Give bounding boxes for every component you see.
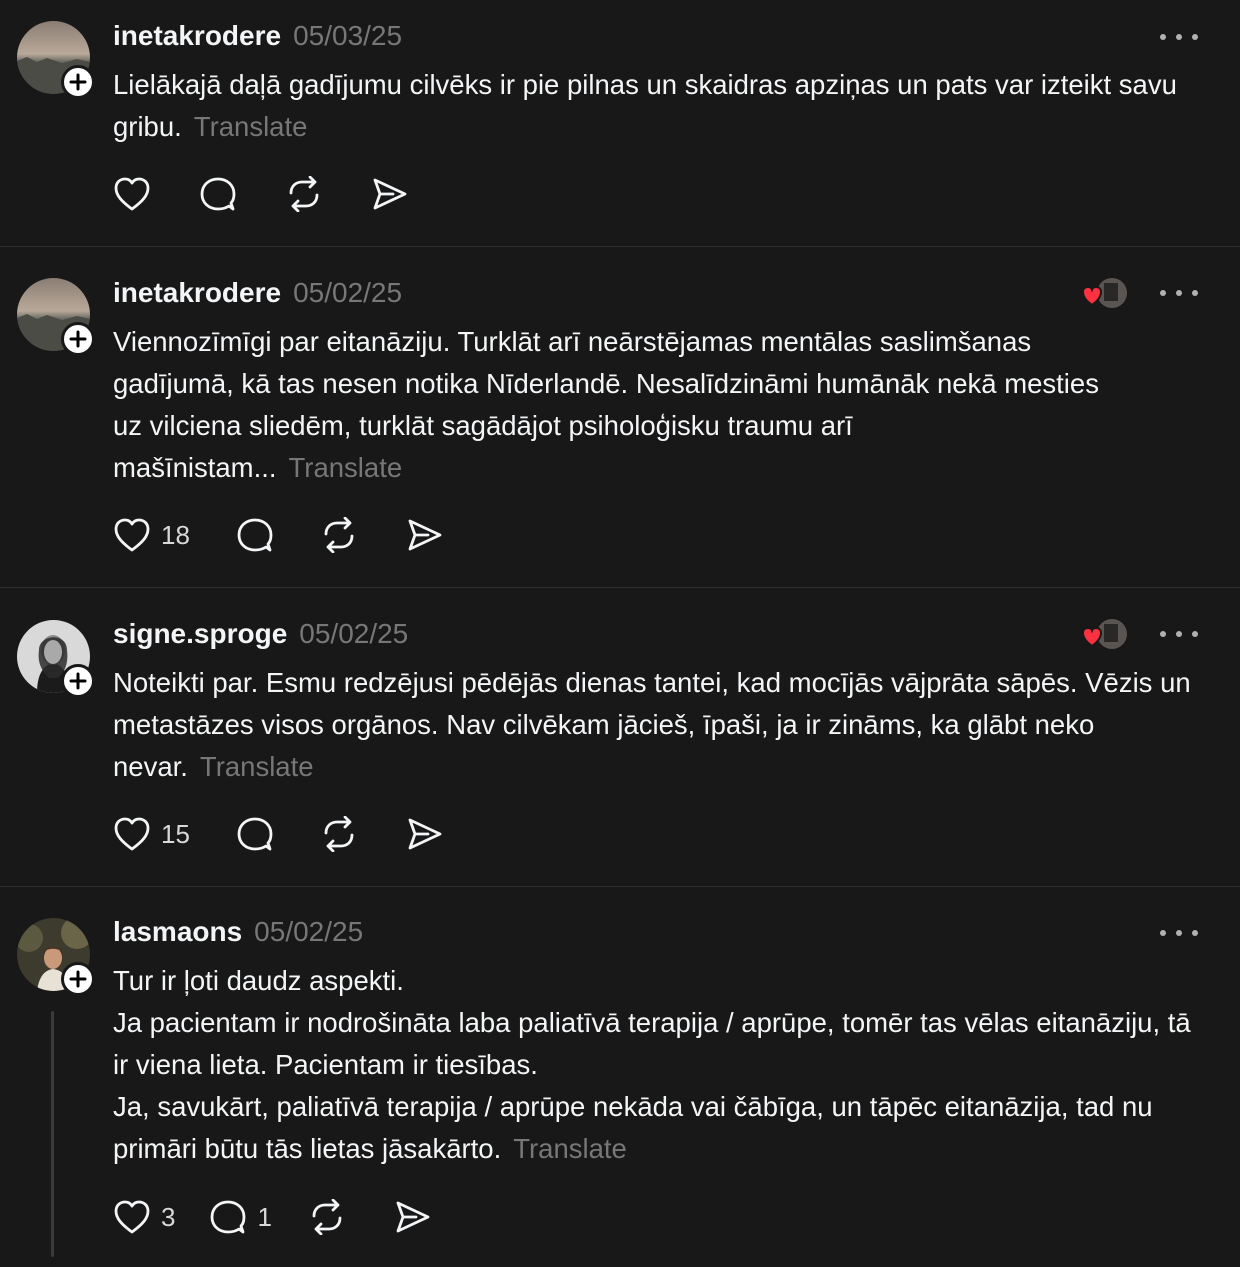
share-button[interactable] <box>406 517 444 553</box>
repost-icon <box>312 1199 342 1235</box>
share-icon <box>396 1201 430 1233</box>
repost-button[interactable] <box>320 816 358 852</box>
avatar[interactable] <box>17 918 95 996</box>
repost-button[interactable] <box>285 176 323 212</box>
more-icon[interactable] <box>1160 928 1198 938</box>
post-date[interactable]: 05/03/25 <box>293 20 402 52</box>
action-bar: 15 <box>113 816 444 852</box>
like-count: 3 <box>161 1201 176 1232</box>
like-button[interactable]: 18 <box>113 517 190 553</box>
post-3: signe.sproge 05/02/25 Noteikti par. Esmu… <box>0 588 1240 886</box>
post-text: Tur ir ļoti daudz aspekti. Ja pacientam … <box>113 960 1213 1170</box>
heart-icon <box>114 1200 150 1234</box>
follow-plus-icon[interactable] <box>61 664 95 698</box>
post-2: inetakrodere 05/02/25 Viennozīmīgi par e… <box>0 247 1240 587</box>
repost-icon <box>289 176 319 212</box>
reply-button[interactable]: 1 <box>209 1199 272 1235</box>
share-button[interactable] <box>406 816 444 852</box>
post-header: lasmaons 05/02/25 <box>113 916 363 948</box>
post-line: Ja, savukārt, paliatīvā terapija / aprūp… <box>113 1091 1153 1164</box>
reply-button[interactable] <box>199 176 237 212</box>
post-date[interactable]: 05/02/25 <box>293 277 402 309</box>
post-header: inetakrodere 05/03/25 <box>113 20 402 52</box>
reply-button[interactable] <box>236 517 274 553</box>
share-icon <box>408 519 442 551</box>
action-bar <box>113 176 409 212</box>
post-text: Lielākajā daļā gadījumu cilvēks ir pie p… <box>113 64 1213 148</box>
translate-link[interactable]: Translate <box>289 452 403 483</box>
share-icon <box>408 818 442 850</box>
more-icon[interactable] <box>1160 629 1198 639</box>
heart-icon <box>114 177 150 211</box>
like-button[interactable] <box>113 176 151 212</box>
more-icon[interactable] <box>1160 32 1198 42</box>
follow-plus-icon[interactable] <box>61 322 95 356</box>
comment-icon <box>200 177 236 211</box>
comment-icon <box>237 817 273 851</box>
translate-link[interactable]: Translate <box>513 1133 627 1164</box>
post-1: inetakrodere 05/03/25 Lielākajā daļā gad… <box>0 0 1240 246</box>
username[interactable]: inetakrodere <box>113 20 281 52</box>
reply-count: 1 <box>257 1201 272 1232</box>
heart-icon <box>114 518 150 552</box>
repost-button[interactable] <box>320 517 358 553</box>
follow-plus-icon[interactable] <box>61 962 95 996</box>
action-bar: 3 1 <box>113 1199 432 1235</box>
repost-icon <box>324 517 354 553</box>
repost-icon <box>324 816 354 852</box>
post-text: Viennozīmīgi par eitanāziju. Turklāt arī… <box>113 321 1113 489</box>
thread-line <box>51 1011 54 1257</box>
comment-icon <box>211 1200 246 1234</box>
like-count: 18 <box>161 519 190 550</box>
post-date[interactable]: 05/02/25 <box>299 618 408 650</box>
post-text: Noteikti par. Esmu redzējusi pēdējās die… <box>113 662 1213 788</box>
username[interactable]: inetakrodere <box>113 277 281 309</box>
more-icon[interactable] <box>1160 288 1198 298</box>
liked-by-avatars[interactable] <box>1081 618 1130 652</box>
post-4: lasmaons 05/02/25 Tur ir ļoti daudz aspe… <box>0 887 1240 1267</box>
repost-button[interactable] <box>308 1199 346 1235</box>
reply-button[interactable] <box>236 816 274 852</box>
thread-feed: inetakrodere 05/03/25 Lielākajā daļā gad… <box>0 0 1240 1267</box>
share-button[interactable] <box>394 1199 432 1235</box>
action-bar: 18 <box>113 517 444 553</box>
avatar[interactable] <box>17 278 95 356</box>
follow-plus-icon[interactable] <box>61 65 95 99</box>
avatar[interactable] <box>17 21 95 99</box>
translate-link[interactable]: Translate <box>200 751 314 782</box>
post-line: Tur ir ļoti daudz aspekti. <box>113 965 404 996</box>
comment-icon <box>237 518 273 552</box>
like-button[interactable]: 3 <box>113 1199 175 1235</box>
post-body: Viennozīmīgi par eitanāziju. Turklāt arī… <box>113 326 1099 483</box>
like-count: 15 <box>161 818 190 849</box>
like-button[interactable]: 15 <box>113 816 190 852</box>
post-header: inetakrodere 05/02/25 <box>113 277 402 309</box>
share-icon <box>373 178 407 210</box>
post-header: signe.sproge 05/02/25 <box>113 618 408 650</box>
translate-link[interactable]: Translate <box>194 111 308 142</box>
username[interactable]: signe.sproge <box>113 618 287 650</box>
liked-by-avatars[interactable] <box>1081 277 1130 311</box>
heart-icon <box>114 817 150 851</box>
share-button[interactable] <box>371 176 409 212</box>
post-date[interactable]: 05/02/25 <box>254 916 363 948</box>
avatar[interactable] <box>17 620 95 698</box>
post-line: Ja pacientam ir nodrošināta laba paliatī… <box>113 1007 1191 1080</box>
username[interactable]: lasmaons <box>113 916 242 948</box>
